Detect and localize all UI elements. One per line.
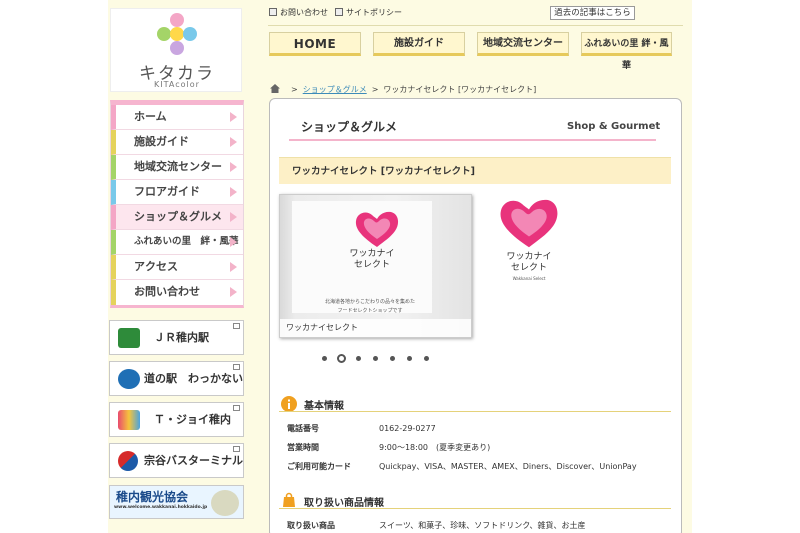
pagination-dot[interactable] [337, 354, 346, 363]
sidebar-item-label: アクセス [134, 260, 178, 273]
pagination-dot[interactable] [322, 356, 327, 361]
top-link-contact[interactable]: お問い合わせ [269, 7, 328, 18]
arrow-right-icon [230, 162, 237, 172]
breadcrumb: > ショップ＆グルメ > ワッカナイセレクト [ワッカナイセレクト] [270, 84, 536, 95]
heart-logo-icon [500, 199, 558, 248]
shop-logo-text: ワッカナイ セレクト [496, 252, 562, 274]
basic-info-divider [279, 411, 671, 412]
sidebar-item-community-center[interactable]: 地域交流センター [111, 155, 243, 180]
sign-text: ワッカナイ セレクト [349, 249, 395, 270]
sidebar-item-label: ホーム [134, 110, 167, 123]
breadcrumb-link-shop[interactable]: ショップ＆グルメ [303, 85, 367, 94]
sidebar-item-access[interactable]: アクセス [111, 255, 243, 280]
arrow-right-icon [230, 287, 237, 297]
header-divider [268, 25, 683, 26]
sidebar-item-label: ふれあいの里 絆・風華 [134, 236, 239, 247]
arrow-right-icon [230, 262, 237, 272]
sidebar-item-label: フロアガイド [134, 185, 200, 198]
logo-subtext: KITAcolor [154, 80, 200, 89]
banner-tourism-association[interactable]: 稚内観光協会 www.welcome.wakkanai.hokkaido.jp [109, 485, 244, 519]
pagination-dot[interactable] [373, 356, 378, 361]
sidebar-item-floor-guide[interactable]: フロアガイド [111, 180, 243, 205]
banner-label: 道の駅 わっかない [144, 372, 243, 385]
tjoy-logo-icon [118, 410, 140, 430]
top-link-label: サイトポリシー [346, 8, 402, 17]
page-margin-left [0, 0, 108, 533]
section-title-en: Shop & Gourmet [567, 121, 661, 132]
shop-logo-line1: ワッカナイ [506, 252, 552, 262]
shop-logo-subtext: Wakkanai Select [512, 276, 546, 281]
tab-facility-guide[interactable]: 施設ガイド [373, 32, 465, 56]
top-link-label: お問い合わせ [280, 8, 328, 17]
banner-label: Ｔ・ジョイ稚内 [154, 413, 231, 426]
banner-michi-no-eki[interactable]: 道の駅 わっかない [109, 361, 244, 396]
jr-logo-icon [118, 328, 140, 348]
shop-photo[interactable]: ワッカナイ セレクト 北海道各地からこだわりの品々を集めた フードセレクトショップ… [279, 194, 472, 338]
sidebar-item-label: ショップ＆グルメ [134, 210, 222, 223]
sidebar-item-fureai[interactable]: ふれあいの里 絆・風華 [111, 230, 243, 255]
arrow-right-icon [230, 237, 237, 247]
section-title: ショップ＆グルメ [301, 120, 398, 134]
pagination-dot[interactable] [424, 356, 429, 361]
section-title-underline [289, 139, 656, 141]
arrow-right-icon [230, 187, 237, 197]
heart-logo-icon [355, 211, 399, 247]
sidebar-item-home[interactable]: ホーム [111, 105, 243, 130]
info-icon [281, 396, 297, 412]
shop-name-bar: ワッカナイセレクト [ワッカナイセレクト] [279, 157, 671, 184]
banner-tjoy[interactable]: Ｔ・ジョイ稚内 [109, 402, 244, 437]
tab-fureai[interactable]: ふれあいの里 絆・風華 [581, 32, 672, 71]
document-icon [335, 8, 343, 16]
pagination-dot[interactable] [356, 356, 361, 361]
external-link-icon [233, 405, 240, 411]
sidebar-menu: ホーム 施設ガイド 地域交流センター フロアガイド ショップ＆グルメ ふれあいの… [110, 100, 244, 308]
banner-soya-bus[interactable]: 宗谷バスターミナル [109, 443, 244, 478]
home-icon[interactable] [270, 84, 280, 93]
site-logo[interactable]: キタカラ KITAcolor [110, 8, 242, 92]
photo-caption: ワッカナイセレクト [280, 319, 471, 337]
arrow-right-icon [230, 212, 237, 222]
bus-logo-icon [118, 451, 138, 471]
tab-home[interactable]: HOME [269, 32, 361, 56]
breadcrumb-current: ワッカナイセレクト [ワッカナイセレクト] [383, 85, 537, 94]
products-title: 取り扱い商品情報 [304, 498, 384, 509]
products-divider [279, 508, 671, 509]
page-margin-right [692, 0, 800, 533]
banner-jr-wakkanai[interactable]: ＪＲ稚内駅 [109, 320, 244, 355]
basic-info-title: 基本情報 [304, 401, 344, 412]
tab-community-center[interactable]: 地域交流センター [477, 32, 569, 56]
external-link-icon [233, 446, 240, 452]
arrow-right-icon [230, 137, 237, 147]
shop-logo-line2: セレクト [510, 263, 547, 273]
external-link-icon [233, 323, 240, 329]
sidebar-item-label: お問い合わせ [134, 285, 200, 298]
sidebar-item-label: 施設ガイド [134, 135, 189, 148]
seal-mascot-icon [211, 490, 239, 516]
mail-icon [269, 8, 277, 16]
roadside-station-icon [118, 369, 140, 389]
sidebar-item-contact[interactable]: お問い合わせ [111, 280, 243, 305]
sign-subtext: 北海道各地からこだわりの品々を集めた フードセレクトショップです [324, 299, 415, 314]
external-link-icon [233, 364, 240, 370]
banner-url: www.welcome.wakkanai.hokkaido.jp [114, 505, 208, 510]
shopping-bag-icon [283, 492, 295, 507]
top-link-policy[interactable]: サイトポリシー [335, 7, 402, 18]
banner-label: 宗谷バスターミナル [144, 454, 243, 467]
sidebar-item-facility-guide[interactable]: 施設ガイド [111, 130, 243, 155]
pagination-dot[interactable] [407, 356, 412, 361]
archive-button[interactable]: 過去の記事はこちら [550, 6, 635, 20]
pagination-dot[interactable] [390, 356, 395, 361]
arrow-right-icon [230, 112, 237, 122]
banner-label: ＪＲ稚内駅 [154, 331, 209, 344]
logo-mark [153, 13, 201, 59]
shop-logo: ワッカナイ セレクト Wakkanai Select [496, 196, 562, 286]
sidebar-item-label: 地域交流センター [134, 160, 222, 173]
sidebar-item-shop-gourmet[interactable]: ショップ＆グルメ [111, 205, 243, 230]
